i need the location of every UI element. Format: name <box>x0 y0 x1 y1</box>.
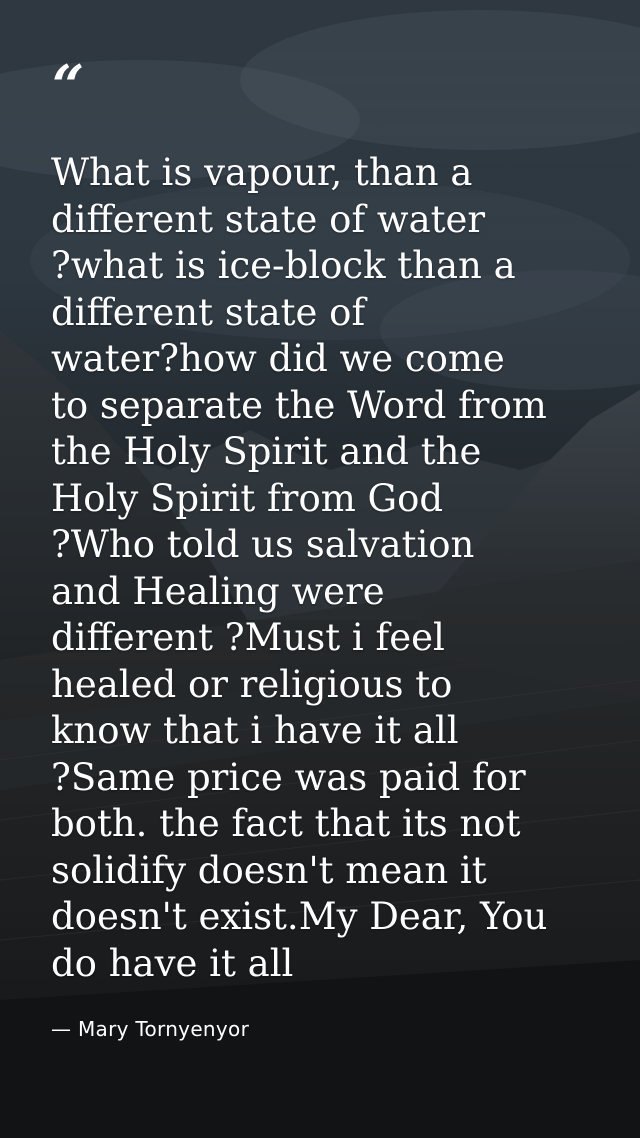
quote-line: both. the fact that its not <box>51 802 521 845</box>
quote-line: the Holy Spirit and the <box>51 430 482 473</box>
quote-line: healed or religious to <box>51 662 453 706</box>
quote-line: doesn't exist.My Dear, You <box>51 895 548 938</box>
quote-line: do have it all <box>51 941 294 985</box>
quote-line: to separate the Word from <box>51 383 547 427</box>
quote-line: What is vapour, than a <box>51 151 473 194</box>
quote-line: water?how did we come <box>51 337 505 380</box>
quote-line: different state of water <box>51 197 486 241</box>
quote-author: — Mary Tornyenyor <box>51 1017 250 1041</box>
quote-line: know that i have it all <box>51 709 459 752</box>
quote-line: and Healing were <box>51 569 385 613</box>
quote-line: solidify doesn't mean it <box>51 848 487 892</box>
quote-line: ?what is ice-block than a <box>51 244 516 287</box>
quote-line: different ?Must i feel <box>51 616 445 659</box>
quote-line: ?Who told us salvation <box>51 523 475 566</box>
quote-mark-icon: “ <box>52 53 84 119</box>
quote-line: different state of <box>51 290 366 334</box>
quote-card: “ What is vapour, than a different state… <box>0 0 640 1138</box>
quote-line: Holy Spirit from God <box>51 476 444 520</box>
quote-text: What is vapour, than a different state o… <box>51 150 611 987</box>
quote-line: ?Same price was paid for <box>51 755 526 799</box>
